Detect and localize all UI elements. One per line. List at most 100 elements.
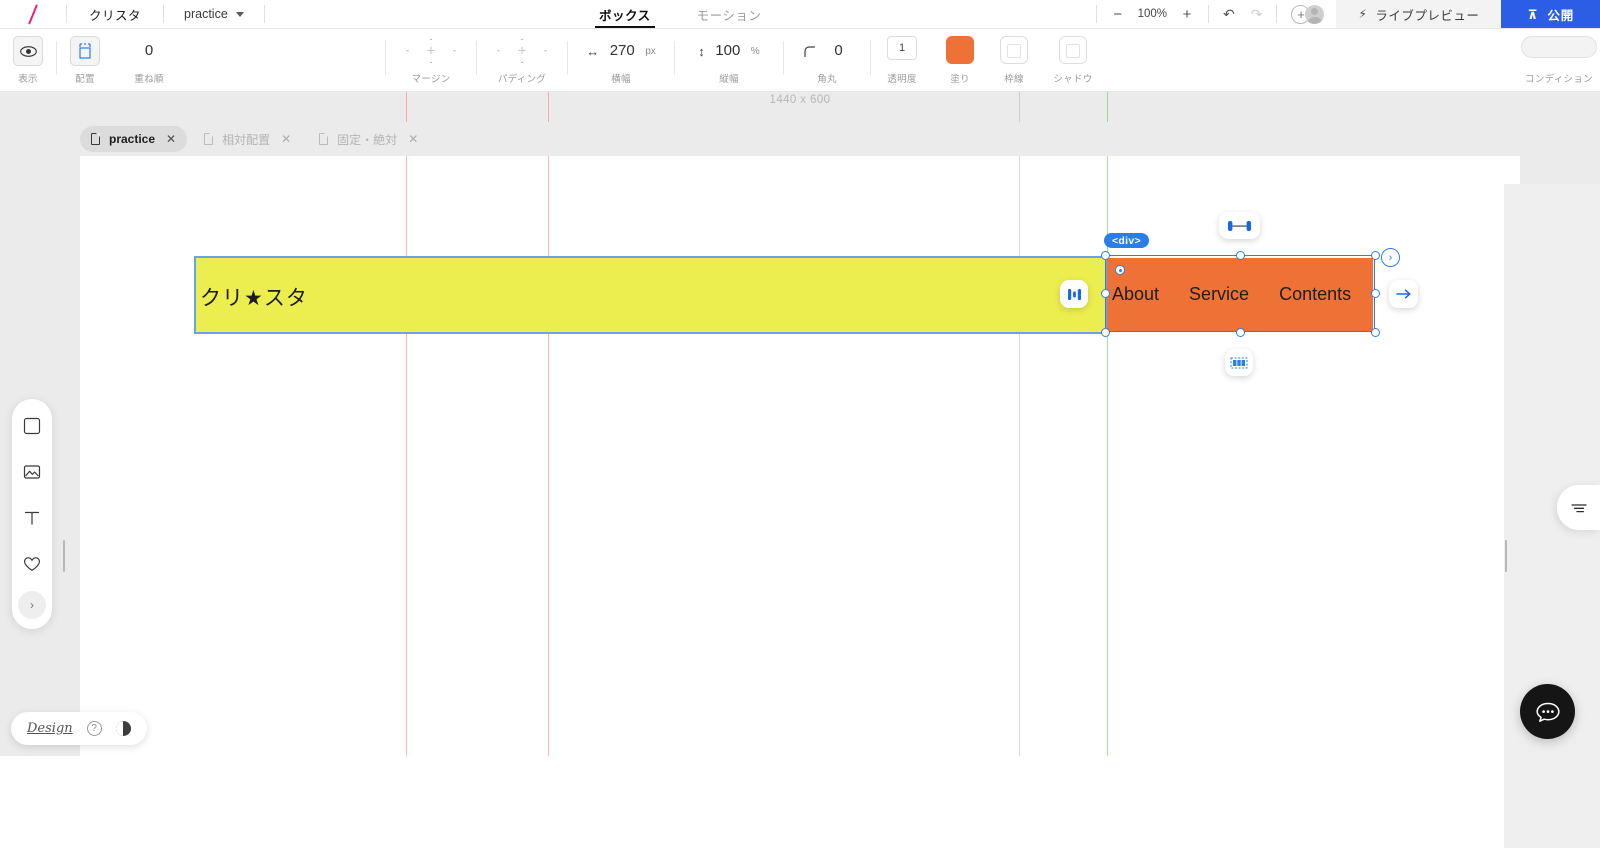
layout-button[interactable] xyxy=(70,36,100,66)
help-icon[interactable]: ? xyxy=(87,721,102,736)
project-name: practice xyxy=(184,7,228,21)
zoom-in-button[interactable]: + xyxy=(1180,7,1194,22)
page-tab-label: 固定・絶対 xyxy=(337,131,397,148)
text-tool[interactable] xyxy=(19,505,45,531)
zoom-controls: − 100% + xyxy=(1097,0,1208,28)
zorder-input[interactable]: 0 xyxy=(136,36,162,66)
height-input[interactable]: 100 xyxy=(715,36,741,66)
canvas-area[interactable]: クリ★スタ About Service Contents <div> › xyxy=(0,92,1600,756)
publish-button[interactable]: ⊼ 公開 xyxy=(1501,0,1600,28)
close-icon[interactable]: ✕ xyxy=(281,132,291,146)
condition-button[interactable] xyxy=(1521,36,1597,58)
move-right-button[interactable] xyxy=(1389,280,1418,308)
page-tab-label: practice xyxy=(109,132,155,146)
visibility-toggle[interactable] xyxy=(13,36,43,66)
padding-label: パディング xyxy=(498,71,546,85)
page-tab-label: 相対配置 xyxy=(222,131,270,148)
document-icon xyxy=(204,133,213,145)
page-tab-practice[interactable]: practice ✕ xyxy=(80,126,187,152)
div-tag-badge[interactable]: <div> xyxy=(1104,233,1149,248)
grid-columns-button[interactable] xyxy=(1225,349,1253,376)
tab-motion[interactable]: モーション xyxy=(697,0,762,28)
header-title[interactable]: クリ★スタ xyxy=(200,282,308,312)
redo-button[interactable]: ↷ xyxy=(1251,7,1263,21)
favorite-tool[interactable] xyxy=(19,551,45,577)
app-logo[interactable] xyxy=(0,0,66,28)
resize-handle-middle-left[interactable] xyxy=(1101,289,1110,298)
guide-line xyxy=(548,92,549,756)
margin-input[interactable]: - - - - + xyxy=(405,36,457,66)
condition-label: コンディション xyxy=(1525,71,1593,85)
layers-icon xyxy=(1569,500,1589,516)
width-unit[interactable]: px xyxy=(645,46,656,57)
theme-toggle-icon[interactable] xyxy=(116,721,131,736)
padding-input[interactable]: - - - - + xyxy=(496,36,548,66)
resize-handle-top-left[interactable] xyxy=(1101,251,1110,260)
tab-box[interactable]: ボックス xyxy=(599,0,651,28)
resize-handle-middle-right[interactable] xyxy=(1371,289,1380,298)
close-icon[interactable]: ✕ xyxy=(166,132,176,146)
resize-handle-top-right[interactable] xyxy=(1371,251,1380,260)
design-brand-label[interactable]: Design xyxy=(27,721,73,736)
guide-line xyxy=(1019,92,1020,756)
height-label: 縦幅 xyxy=(719,71,739,85)
padding-right[interactable]: - xyxy=(544,47,547,56)
width-group: ↔ 270 px 横幅 xyxy=(568,29,674,91)
top-bar: クリスタ practice ボックス モーション − 100% + ↶ ↷ + … xyxy=(0,0,1600,29)
left-panel-resize-handle[interactable] xyxy=(63,540,65,572)
right-panel-resize-handle[interactable] xyxy=(1505,540,1507,572)
padding-left[interactable]: - xyxy=(497,47,500,56)
project-selector[interactable]: practice xyxy=(164,0,264,28)
slash-logo-icon xyxy=(28,4,38,24)
artboard[interactable] xyxy=(80,156,1520,756)
nav-links: About Service Contents xyxy=(1107,258,1382,331)
document-icon xyxy=(91,133,100,145)
chat-support-button[interactable] xyxy=(1520,684,1575,739)
opacity-input[interactable]: 1 xyxy=(887,36,917,60)
next-element-button[interactable]: › xyxy=(1381,248,1400,267)
height-unit[interactable]: % xyxy=(751,46,760,57)
arrow-right-icon xyxy=(1395,287,1413,301)
radius-label: 角丸 xyxy=(817,71,837,85)
border-swatch[interactable] xyxy=(1000,36,1028,64)
page-tab-relative[interactable]: 相対配置 ✕ xyxy=(193,126,302,152)
fill-group: 塗り xyxy=(933,29,987,91)
resize-handle-bottom-center[interactable] xyxy=(1236,328,1245,337)
horizontal-align-button[interactable] xyxy=(1060,280,1088,308)
border-group: 枠線 xyxy=(987,29,1041,91)
image-tool[interactable] xyxy=(19,459,45,485)
margin-group: - - - - + マージン xyxy=(386,29,476,91)
horizontal-align-icon xyxy=(1066,287,1083,302)
avatar[interactable] xyxy=(1305,5,1324,24)
close-icon[interactable]: ✕ xyxy=(408,132,418,146)
zoom-level[interactable]: 100% xyxy=(1138,8,1167,20)
history-controls: ↶ ↷ xyxy=(1209,0,1276,28)
margin-left[interactable]: - xyxy=(406,47,409,56)
upload-icon: ⊼ xyxy=(1527,7,1538,22)
width-label: 横幅 xyxy=(611,71,631,85)
layers-panel-button[interactable] xyxy=(1557,485,1600,530)
shadow-swatch[interactable] xyxy=(1059,36,1087,64)
resize-handle-bottom-right[interactable] xyxy=(1371,328,1380,337)
radius-input[interactable]: 0 xyxy=(826,36,852,66)
fill-swatch[interactable] xyxy=(946,36,974,64)
resize-handle-bottom-left[interactable] xyxy=(1101,328,1110,337)
spacing-button[interactable] xyxy=(1219,212,1260,239)
nav-link-contents[interactable]: Contents xyxy=(1279,284,1351,305)
header-box[interactable] xyxy=(196,258,1106,332)
live-preview-button[interactable]: ⚡ ライブプレビュー xyxy=(1336,0,1501,28)
box-tool[interactable] xyxy=(19,413,45,439)
shadow-group: シャドウ xyxy=(1041,29,1105,91)
square-icon xyxy=(22,416,42,436)
expand-dock-button[interactable]: › xyxy=(18,591,46,619)
nav-link-about[interactable]: About xyxy=(1112,284,1159,305)
left-tool-dock: › xyxy=(12,399,52,629)
zoom-out-button[interactable]: − xyxy=(1111,7,1125,22)
margin-right[interactable]: - xyxy=(453,47,456,56)
height-group: ↕ 100 % 縦幅 xyxy=(675,29,783,91)
width-input[interactable]: 270 xyxy=(609,36,635,66)
page-tab-fixed-absolute[interactable]: 固定・絶対 ✕ xyxy=(308,126,429,152)
nav-link-service[interactable]: Service xyxy=(1189,284,1249,305)
undo-button[interactable]: ↶ xyxy=(1223,7,1235,21)
resize-handle-top-center[interactable] xyxy=(1236,251,1245,260)
